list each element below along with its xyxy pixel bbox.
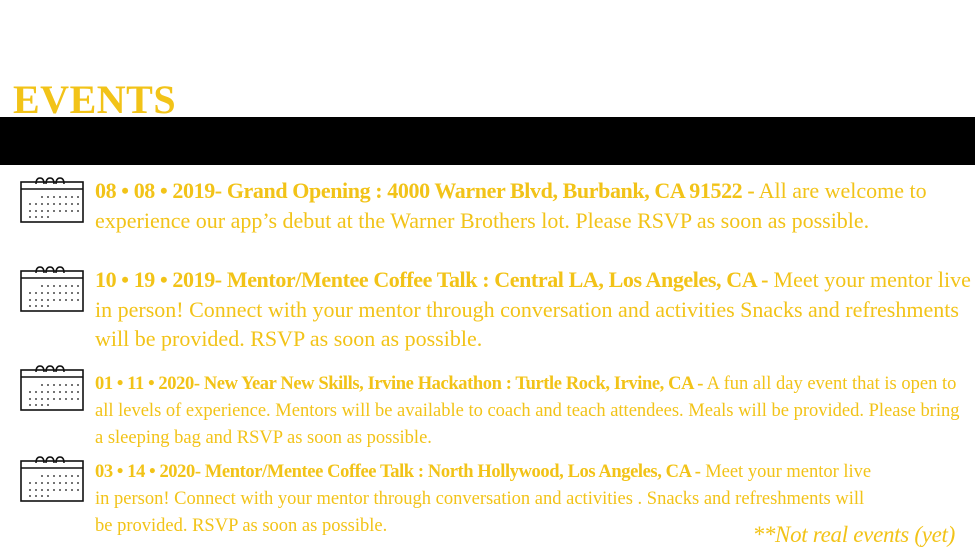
event-heading: 10 • 19 • 2019- Mentor/Mentee Coffee Tal…	[95, 267, 769, 292]
disclaimer-note: **Not real events (yet)	[752, 522, 956, 547]
calendar-icon	[20, 456, 84, 502]
event-heading: 03 • 14 • 2020- Mentor/Mentee Coffee Tal…	[95, 462, 701, 482]
calendar-icon	[20, 177, 84, 223]
event-text: 08 • 08 • 2019- Grand Opening : 4000 War…	[95, 176, 971, 235]
header-band	[0, 117, 975, 165]
events-page: EVENTS 08 • 08 • 2019- Grand Opening : 4…	[0, 0, 975, 551]
event-text: 01 • 11 • 2020- New Year New Skills, Irv…	[95, 371, 971, 452]
event-heading: 08 • 08 • 2019- Grand Opening : 4000 War…	[95, 178, 755, 203]
calendar-icon	[20, 266, 84, 312]
calendar-icon	[20, 365, 84, 411]
page-title: EVENTS	[13, 77, 177, 122]
event-heading: 01 • 11 • 2020- New Year New Skills, Irv…	[95, 374, 704, 394]
event-text: 10 • 19 • 2019- Mentor/Mentee Coffee Tal…	[95, 265, 971, 354]
